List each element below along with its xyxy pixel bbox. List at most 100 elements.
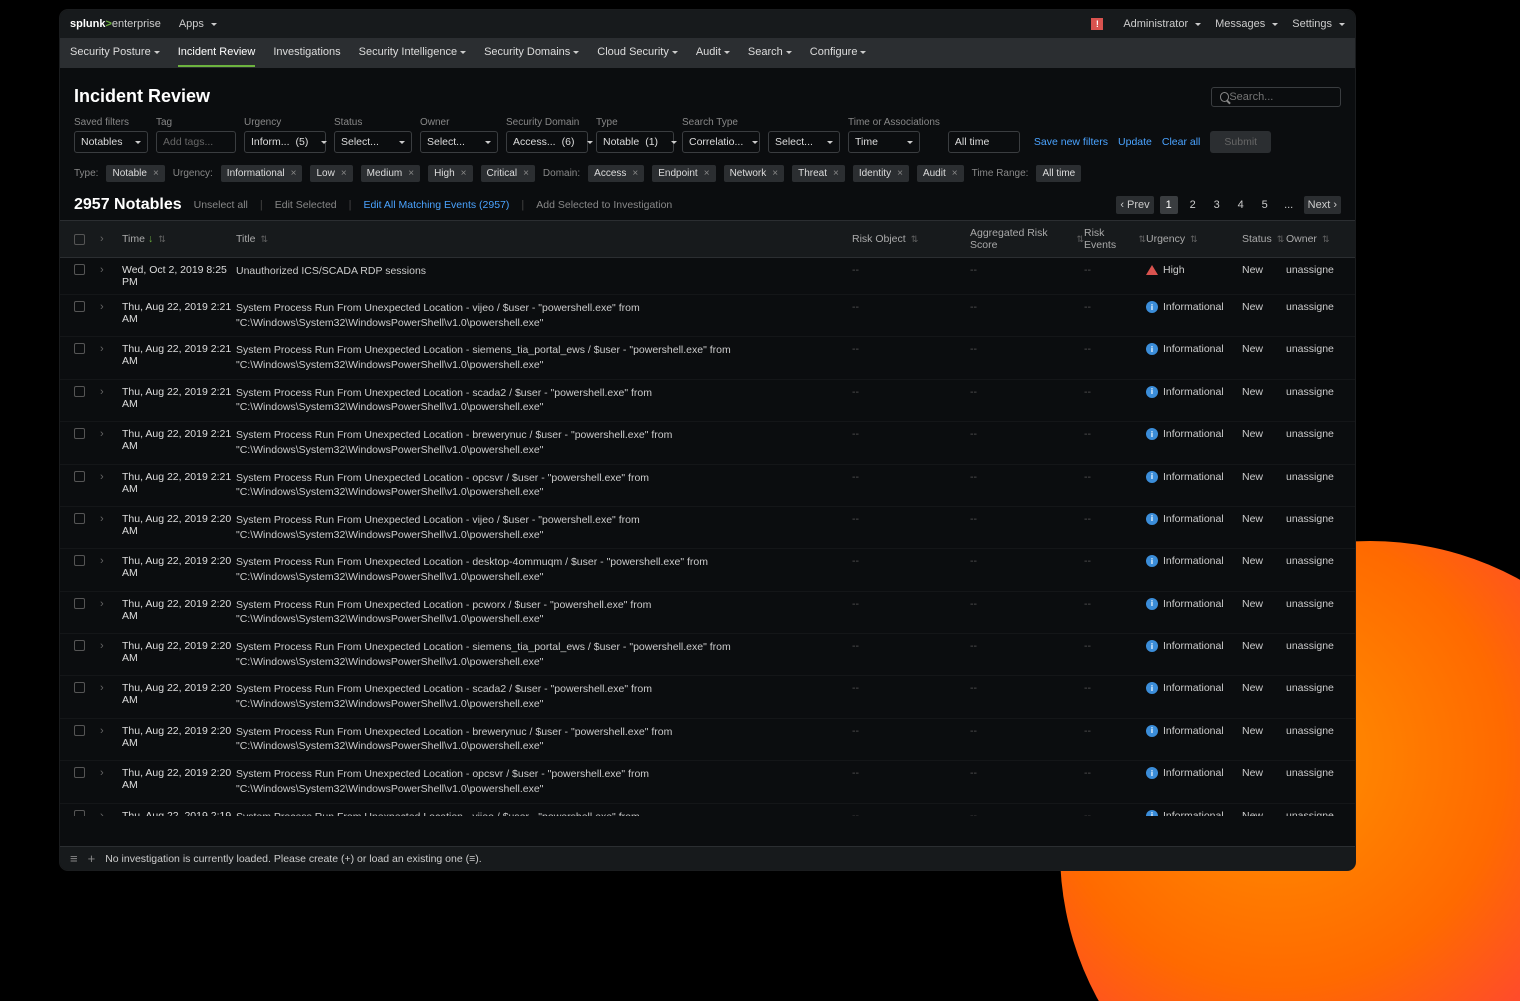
all-time-dropdown[interactable]: All time	[948, 131, 1020, 153]
urgency-dropdown[interactable]: Inform...(5)	[244, 131, 326, 153]
filter-chip[interactable]: All time	[1036, 165, 1081, 182]
col-aggregated-risk-score[interactable]: Aggregated Risk Score	[970, 227, 1084, 251]
expand-row-icon[interactable]: ›	[100, 386, 104, 398]
nav-item[interactable]: Investigations	[273, 39, 340, 67]
col-risk-events[interactable]: Risk Events	[1084, 227, 1146, 251]
expand-row-icon[interactable]: ›	[100, 343, 104, 355]
search-box[interactable]	[1211, 87, 1341, 107]
clear-filters-link[interactable]: Clear all	[1162, 136, 1201, 148]
save-filters-link[interactable]: Save new filters	[1034, 136, 1108, 148]
chip-remove-icon[interactable]: ×	[772, 168, 778, 179]
expand-row-icon[interactable]: ›	[100, 598, 104, 610]
filter-chip[interactable]: Endpoint×	[652, 165, 715, 182]
filter-chip[interactable]: Low×	[310, 165, 352, 182]
expand-all-icon[interactable]: ›	[100, 233, 104, 245]
expand-row-icon[interactable]: ›	[100, 640, 104, 652]
settings-menu[interactable]: Settings	[1292, 18, 1345, 30]
edit-all-link[interactable]: Edit All Matching Events (2957)	[363, 199, 509, 211]
row-checkbox[interactable]	[74, 428, 85, 439]
chip-remove-icon[interactable]: ×	[291, 168, 297, 179]
status-dropdown[interactable]: Select...	[334, 131, 412, 153]
associations-select-dropdown[interactable]: Select...	[768, 131, 840, 153]
col-time[interactable]: Time ↓	[122, 233, 236, 245]
list-icon[interactable]: ≡	[70, 851, 78, 866]
row-checkbox[interactable]	[74, 301, 85, 312]
row-checkbox[interactable]	[74, 264, 85, 275]
chip-remove-icon[interactable]: ×	[408, 168, 414, 179]
type-dropdown[interactable]: Notable(1)	[596, 131, 674, 153]
messages-menu[interactable]: Messages	[1215, 18, 1278, 30]
search-type-dropdown[interactable]: Correlatio...	[682, 131, 760, 153]
filter-chip[interactable]: Notable×	[106, 165, 164, 182]
filter-chip[interactable]: Audit×	[917, 165, 964, 182]
add-icon[interactable]: +	[88, 851, 96, 866]
row-checkbox[interactable]	[74, 513, 85, 524]
chip-remove-icon[interactable]: ×	[341, 168, 347, 179]
update-filters-link[interactable]: Update	[1118, 136, 1152, 148]
select-all-checkbox[interactable]	[74, 234, 85, 245]
administrator-menu[interactable]: Administrator	[1123, 18, 1201, 30]
nav-item[interactable]: Cloud Security	[597, 39, 678, 67]
filter-chip[interactable]: Identity×	[853, 165, 909, 182]
pager-item[interactable]: 4	[1232, 196, 1250, 214]
nav-item[interactable]: Audit	[696, 39, 730, 67]
filter-chip[interactable]: Threat×	[792, 165, 845, 182]
expand-row-icon[interactable]: ›	[100, 725, 104, 737]
nav-item[interactable]: Incident Review	[178, 39, 256, 67]
filter-chip[interactable]: Access×	[588, 165, 644, 182]
row-checkbox[interactable]	[74, 725, 85, 736]
pager-item[interactable]: 2	[1184, 196, 1202, 214]
chip-remove-icon[interactable]: ×	[632, 168, 638, 179]
edit-selected-link[interactable]: Edit Selected	[275, 199, 337, 211]
expand-row-icon[interactable]: ›	[100, 471, 104, 483]
expand-row-icon[interactable]: ›	[100, 301, 104, 313]
search-input[interactable]	[1229, 91, 1332, 103]
chip-remove-icon[interactable]: ×	[461, 168, 467, 179]
pager-item[interactable]: 3	[1208, 196, 1226, 214]
expand-row-icon[interactable]: ›	[100, 428, 104, 440]
tag-input[interactable]: Add tags...	[156, 131, 236, 153]
nav-item[interactable]: Security Intelligence	[359, 39, 466, 67]
row-checkbox[interactable]	[74, 682, 85, 693]
col-owner[interactable]: Owner	[1286, 233, 1341, 245]
filter-chip[interactable]: High×	[428, 165, 472, 182]
chip-remove-icon[interactable]: ×	[153, 168, 159, 179]
expand-row-icon[interactable]: ›	[100, 264, 104, 276]
pager-item[interactable]: Next ›	[1304, 196, 1341, 214]
col-status[interactable]: Status	[1242, 233, 1286, 245]
chip-remove-icon[interactable]: ×	[523, 168, 529, 179]
expand-row-icon[interactable]: ›	[100, 810, 104, 817]
nav-item[interactable]: Configure	[810, 39, 867, 67]
pager-item[interactable]: ‹ Prev	[1116, 196, 1153, 214]
pager-item[interactable]: 1	[1160, 196, 1178, 214]
row-checkbox[interactable]	[74, 471, 85, 482]
row-checkbox[interactable]	[74, 555, 85, 566]
row-checkbox[interactable]	[74, 386, 85, 397]
chip-remove-icon[interactable]: ×	[704, 168, 710, 179]
col-urgency[interactable]: Urgency	[1146, 233, 1242, 245]
col-risk-object[interactable]: Risk Object	[852, 233, 970, 245]
saved-filters-dropdown[interactable]: Notables	[74, 131, 148, 153]
nav-item[interactable]: Search	[748, 39, 792, 67]
owner-dropdown[interactable]: Select...	[420, 131, 498, 153]
pager-item[interactable]: 5	[1256, 196, 1274, 214]
nav-item[interactable]: Security Domains	[484, 39, 579, 67]
row-checkbox[interactable]	[74, 598, 85, 609]
filter-chip[interactable]: Informational×	[221, 165, 303, 182]
col-title[interactable]: Title	[236, 233, 852, 245]
filter-chip[interactable]: Network×	[724, 165, 785, 182]
chip-remove-icon[interactable]: ×	[833, 168, 839, 179]
chip-remove-icon[interactable]: ×	[897, 168, 903, 179]
filter-chip[interactable]: Critical×	[481, 165, 535, 182]
row-checkbox[interactable]	[74, 640, 85, 651]
row-checkbox[interactable]	[74, 810, 85, 817]
filter-chip[interactable]: Medium×	[361, 165, 420, 182]
add-to-investigation-link[interactable]: Add Selected to Investigation	[536, 199, 672, 211]
expand-row-icon[interactable]: ›	[100, 513, 104, 525]
row-checkbox[interactable]	[74, 767, 85, 778]
expand-row-icon[interactable]: ›	[100, 682, 104, 694]
nav-item[interactable]: Security Posture	[70, 39, 160, 67]
time-assoc-dropdown[interactable]: Time	[848, 131, 920, 153]
chip-remove-icon[interactable]: ×	[952, 168, 958, 179]
pager-item[interactable]: ...	[1280, 196, 1298, 214]
